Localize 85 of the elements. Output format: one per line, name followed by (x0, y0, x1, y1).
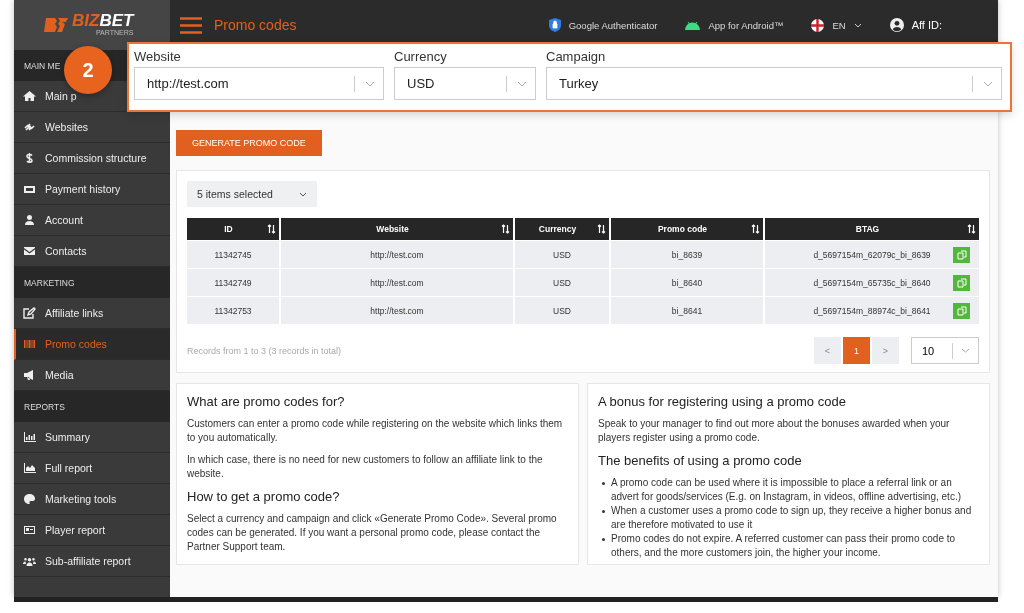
user-circle-icon (889, 18, 904, 32)
columns-dropdown[interactable]: 5 items selected (187, 181, 317, 207)
copy-button[interactable] (953, 246, 970, 263)
list-item: When a customer uses a promo code to sign up, they receive a higher bonus and are therefore motivated to use it (611, 504, 973, 532)
shield-lock-icon (548, 18, 561, 32)
info-paragraph: In which case, there is no need for new customers to follow an affiliate link to the website. (187, 453, 544, 481)
column-header[interactable]: Currency (515, 218, 609, 240)
info-paragraph: Customers can enter a promo code while registering on the website which links them to you automatically. (187, 417, 564, 445)
bullet-icon (602, 482, 605, 485)
envelope-icon (23, 245, 36, 257)
user-icon (23, 214, 36, 226)
area-chart-icon (23, 462, 36, 474)
authenticator-link[interactable]: Google Authenticator (568, 19, 658, 31)
flag-icon (811, 18, 825, 32)
list-item: Promo codes do not expire. A referred customer can pass their promo code to others, and the more customers join, the higher your income. (611, 532, 957, 560)
copy-button[interactable] (953, 302, 970, 319)
column-header[interactable]: BTAG (765, 218, 979, 240)
column-header[interactable]: ID (187, 218, 279, 240)
users-icon (23, 555, 36, 567)
list-item: A promo code can be used where it is impossible to place a referral link or an advert for goods/services (E.g. on Instagram, in videos, offline advertising, etc.) (611, 476, 962, 504)
info-heading: A bonus for registering using a promo code (598, 394, 847, 409)
chevron-down-icon (517, 80, 527, 87)
column-header[interactable]: Website (281, 218, 513, 240)
home-icon (23, 90, 36, 102)
select-field[interactable]: http://test.com (134, 67, 384, 100)
table-cell: 11342749 (214, 277, 252, 288)
sidebar-item[interactable]: Promo codes (14, 329, 170, 360)
table-cell: d_5697154m_62079c_bi_8639 (813, 249, 931, 260)
logo-mark-icon (44, 17, 70, 33)
table-cell: 11342753 (214, 305, 252, 316)
table-cell: d_5697154m_88974c_bi_8641 (813, 305, 931, 316)
column-header[interactable]: Promo code (611, 218, 763, 240)
table-cell: USD (553, 305, 571, 316)
chevron-down-icon (961, 348, 970, 353)
language-selector[interactable]: EN (832, 19, 846, 31)
select-field[interactable]: USD (394, 67, 536, 100)
records-info: Records from 1 to 3 (3 records in total) (187, 345, 342, 356)
page-size-dropdown[interactable]: 10 (911, 337, 979, 364)
sort-icon (597, 224, 606, 234)
sort-icon (751, 224, 760, 234)
copy-button[interactable] (953, 274, 970, 291)
bullet-icon (602, 510, 605, 513)
table-cell: bi_8639 (671, 249, 703, 260)
page-title: Promo codes (214, 17, 297, 33)
page-button[interactable]: 1 (843, 337, 870, 364)
table-cell: USD (553, 249, 571, 260)
info-paragraph: Speak to your manager to find out more about the bonuses awarded when your players register using a promo code. (598, 417, 951, 445)
table-cell: USD (553, 277, 571, 288)
bar-chart-icon (23, 431, 36, 443)
menu-icon[interactable] (180, 16, 202, 34)
chevron-down-icon (365, 80, 375, 87)
section-heading: MARKETING (14, 267, 170, 298)
android-icon (685, 20, 701, 30)
section-heading: REPORTS (14, 391, 170, 422)
android-app-link[interactable]: App for Android™ (708, 19, 784, 31)
bullet-icon (602, 538, 605, 541)
info-paragraph: Select a currency and campaign and click «Generate Promo Code». Several promo codes can be generated. If you want a personal promo code, please contact the Partner Support team. (187, 512, 558, 554)
barcode-icon (23, 338, 36, 350)
info-heading: The benefits of using a promo code (598, 453, 803, 468)
info-heading: What are promo codes for? (187, 394, 346, 409)
table-cell: bi_8641 (671, 305, 703, 316)
select-field[interactable]: Turkey (546, 67, 1002, 100)
info-heading: How to get a promo code? (187, 489, 341, 504)
table-cell: http://test.com (370, 249, 424, 260)
megaphone-icon (23, 369, 36, 381)
table-cell: http://test.com (370, 305, 424, 316)
field-label: Currency (394, 49, 448, 64)
chevron-down-icon (299, 191, 307, 197)
chevron-down-icon (983, 80, 993, 87)
banknote-icon (23, 183, 36, 195)
table-cell: 11342745 (214, 249, 252, 260)
chevron-down-icon (853, 22, 862, 28)
affiliate-id[interactable]: Aff ID: (911, 19, 942, 31)
field-label: Campaign (546, 49, 607, 64)
edit-icon (23, 307, 36, 319)
sort-icon (501, 224, 510, 234)
id-card-icon (23, 524, 36, 536)
sort-icon (967, 224, 976, 234)
table-cell: bi_8640 (671, 277, 703, 288)
table-cell: http://test.com (370, 277, 424, 288)
logo-text: BIZBET (72, 13, 134, 29)
dollar-icon (23, 152, 36, 164)
sort-icon (267, 224, 276, 234)
table-cell: d_5697154m_65735c_bi_8640 (813, 277, 931, 288)
generate-promo-code-button[interactable]: GENERATE PROMO CODE (176, 130, 322, 156)
